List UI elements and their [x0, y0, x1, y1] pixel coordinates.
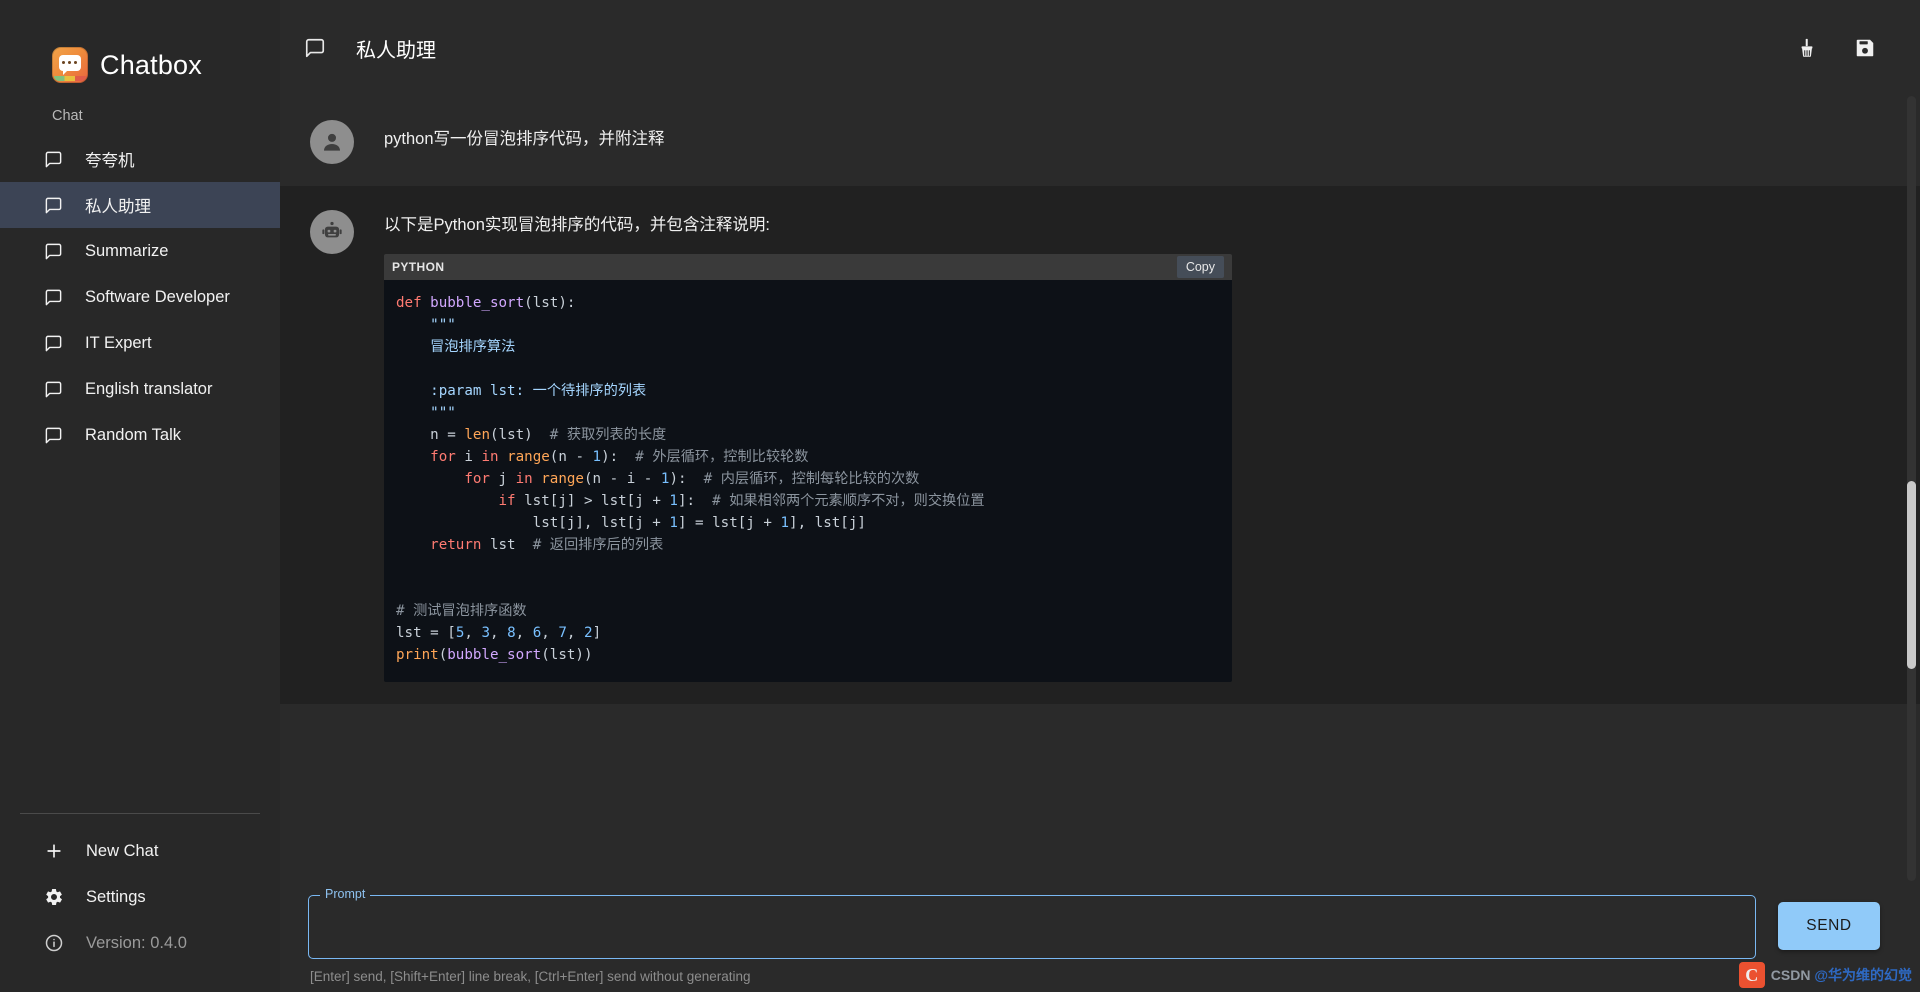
sidebar-item-kuakuaji[interactable]: 夸夸机 — [0, 136, 280, 182]
plus-icon — [44, 841, 64, 861]
new-chat-button[interactable]: New Chat — [0, 828, 280, 874]
sidebar-item-it-expert[interactable]: IT Expert — [0, 320, 280, 366]
message-user-body: python写一份冒泡排序代码，并附注释 — [384, 118, 1880, 164]
sidebar-item-label: 私人助理 — [85, 198, 151, 216]
message-square-icon — [304, 37, 326, 59]
message-square-icon — [44, 380, 63, 399]
message-assistant: 以下是Python实现冒泡排序的代码，并包含注释说明: PYTHON Copy … — [280, 186, 1920, 705]
topbar-right — [1792, 33, 1880, 63]
new-chat-label: New Chat — [86, 841, 159, 860]
prompt-input[interactable] — [309, 896, 1755, 958]
message-square-icon — [44, 426, 63, 445]
sidebar-item-summarize[interactable]: Summarize — [0, 228, 280, 274]
sidebar: Chatbox Chat 夸夸机 私人助理 Summarize Software… — [0, 0, 280, 992]
copy-code-button[interactable]: Copy — [1176, 256, 1224, 279]
code-block-content: def bubble_sort(lst): """ 冒泡排序算法 :param … — [384, 280, 1232, 683]
prompt-wrap: Prompt [Enter] send, [Shift+Enter] line … — [308, 887, 1756, 984]
code-language-label: PYTHON — [392, 260, 445, 275]
message-user: python写一份冒泡排序代码，并附注释 — [280, 96, 1920, 186]
gear-icon — [44, 887, 64, 907]
message-square-icon — [44, 334, 63, 353]
topbar: 私人助理 — [280, 0, 1920, 96]
messages-scrollbar-thumb[interactable] — [1907, 480, 1916, 670]
code-block-header: PYTHON Copy — [384, 254, 1232, 281]
sidebar-item-random-talk[interactable]: Random Talk — [0, 412, 280, 458]
sidebar-chat-list: 夸夸机 私人助理 Summarize Software Developer IT… — [0, 130, 280, 458]
app-root: Chatbox Chat 夸夸机 私人助理 Summarize Software… — [0, 0, 1920, 992]
version-info: Version: 0.4.0 — [0, 920, 280, 966]
send-button[interactable]: SEND — [1778, 902, 1880, 950]
sidebar-section-label: Chat — [52, 108, 83, 124]
sidebar-item-label: Random Talk — [85, 425, 181, 444]
message-square-icon — [44, 288, 63, 307]
sidebar-item-label: English translator — [85, 379, 213, 398]
prompt-field[interactable]: Prompt — [308, 887, 1756, 959]
page-title: 私人助理 — [356, 39, 436, 62]
message-square-icon — [44, 242, 63, 261]
chatbox-logo-icon — [52, 47, 88, 83]
message-assistant-text: 以下是Python实现冒泡排序的代码，并包含注释说明: — [384, 216, 770, 234]
version-label: Version: 0.4.0 — [86, 933, 187, 952]
robot-avatar-icon — [310, 210, 354, 254]
sidebar-item-software-developer[interactable]: Software Developer — [0, 274, 280, 320]
floppy-disk-icon[interactable] — [1850, 33, 1880, 63]
prompt-hint: [Enter] send, [Shift+Enter] line break, … — [310, 969, 751, 984]
messages-scrollbar[interactable] — [1907, 96, 1916, 881]
sidebar-item-label: IT Expert — [85, 333, 152, 352]
brand: Chatbox — [0, 0, 280, 96]
sidebar-bottom-list: New Chat Settings Version: 0.4.0 — [0, 814, 280, 992]
code-block: PYTHON Copy def bubble_sort(lst): """ 冒泡… — [384, 254, 1232, 683]
user-avatar-icon — [310, 120, 354, 164]
settings-label: Settings — [86, 887, 146, 906]
broom-icon[interactable] — [1792, 33, 1822, 63]
topbar-left: 私人助理 — [304, 34, 436, 63]
composer: Prompt [Enter] send, [Shift+Enter] line … — [280, 881, 1920, 992]
message-square-icon — [44, 150, 63, 169]
message-list: python写一份冒泡排序代码，并附注释 以下是Python实现冒泡排序的代码，… — [280, 96, 1920, 881]
sidebar-item-english-translator[interactable]: English translator — [0, 366, 280, 412]
prompt-legend: Prompt — [320, 887, 371, 901]
message-user-text: python写一份冒泡排序代码，并附注释 — [384, 130, 665, 148]
sidebar-item-label: 夸夸机 — [85, 152, 135, 170]
message-assistant-body: 以下是Python实现冒泡排序的代码，并包含注释说明: PYTHON Copy … — [384, 208, 1880, 683]
main-panel: 私人助理 python写一份冒泡排序代码，并附注释 以下是Python实现冒泡排… — [280, 0, 1920, 992]
info-circle-icon — [44, 933, 64, 953]
sidebar-item-label: Software Developer — [85, 287, 230, 306]
brand-name: Chatbox — [100, 49, 202, 80]
sidebar-item-personal-assistant[interactable]: 私人助理 — [0, 182, 280, 228]
settings-button[interactable]: Settings — [0, 874, 280, 920]
message-square-icon — [44, 196, 63, 215]
sidebar-item-label: Summarize — [85, 241, 169, 260]
